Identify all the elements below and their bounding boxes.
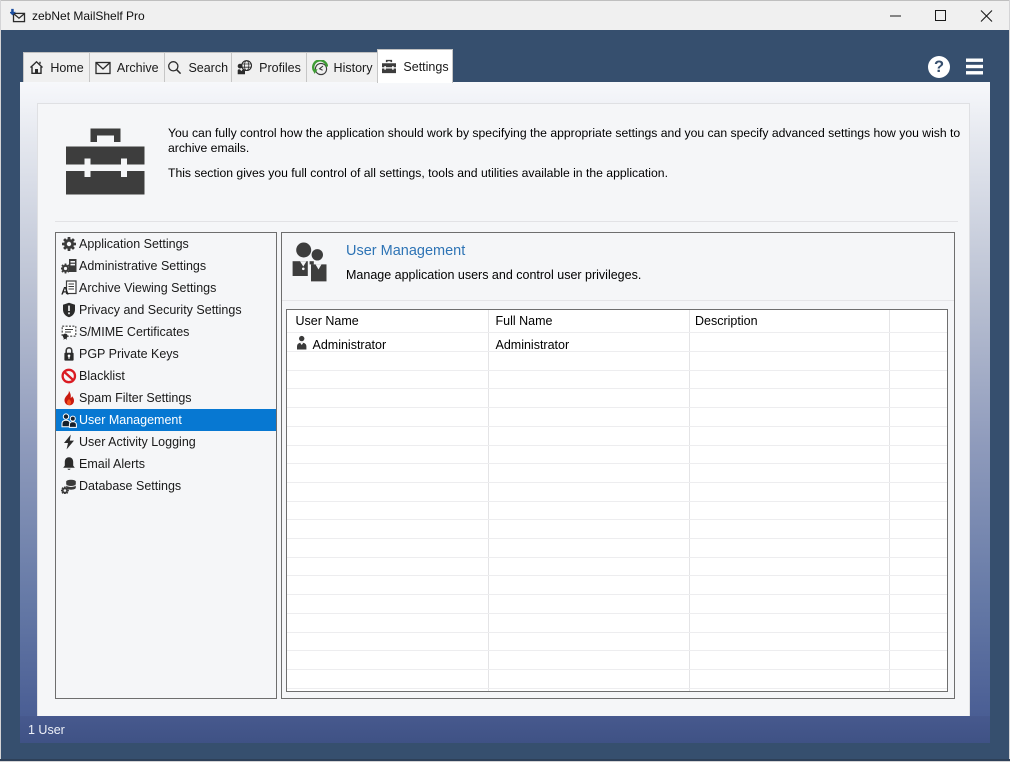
svg-text:A: A	[61, 285, 69, 296]
svg-text:?: ?	[934, 58, 944, 76]
